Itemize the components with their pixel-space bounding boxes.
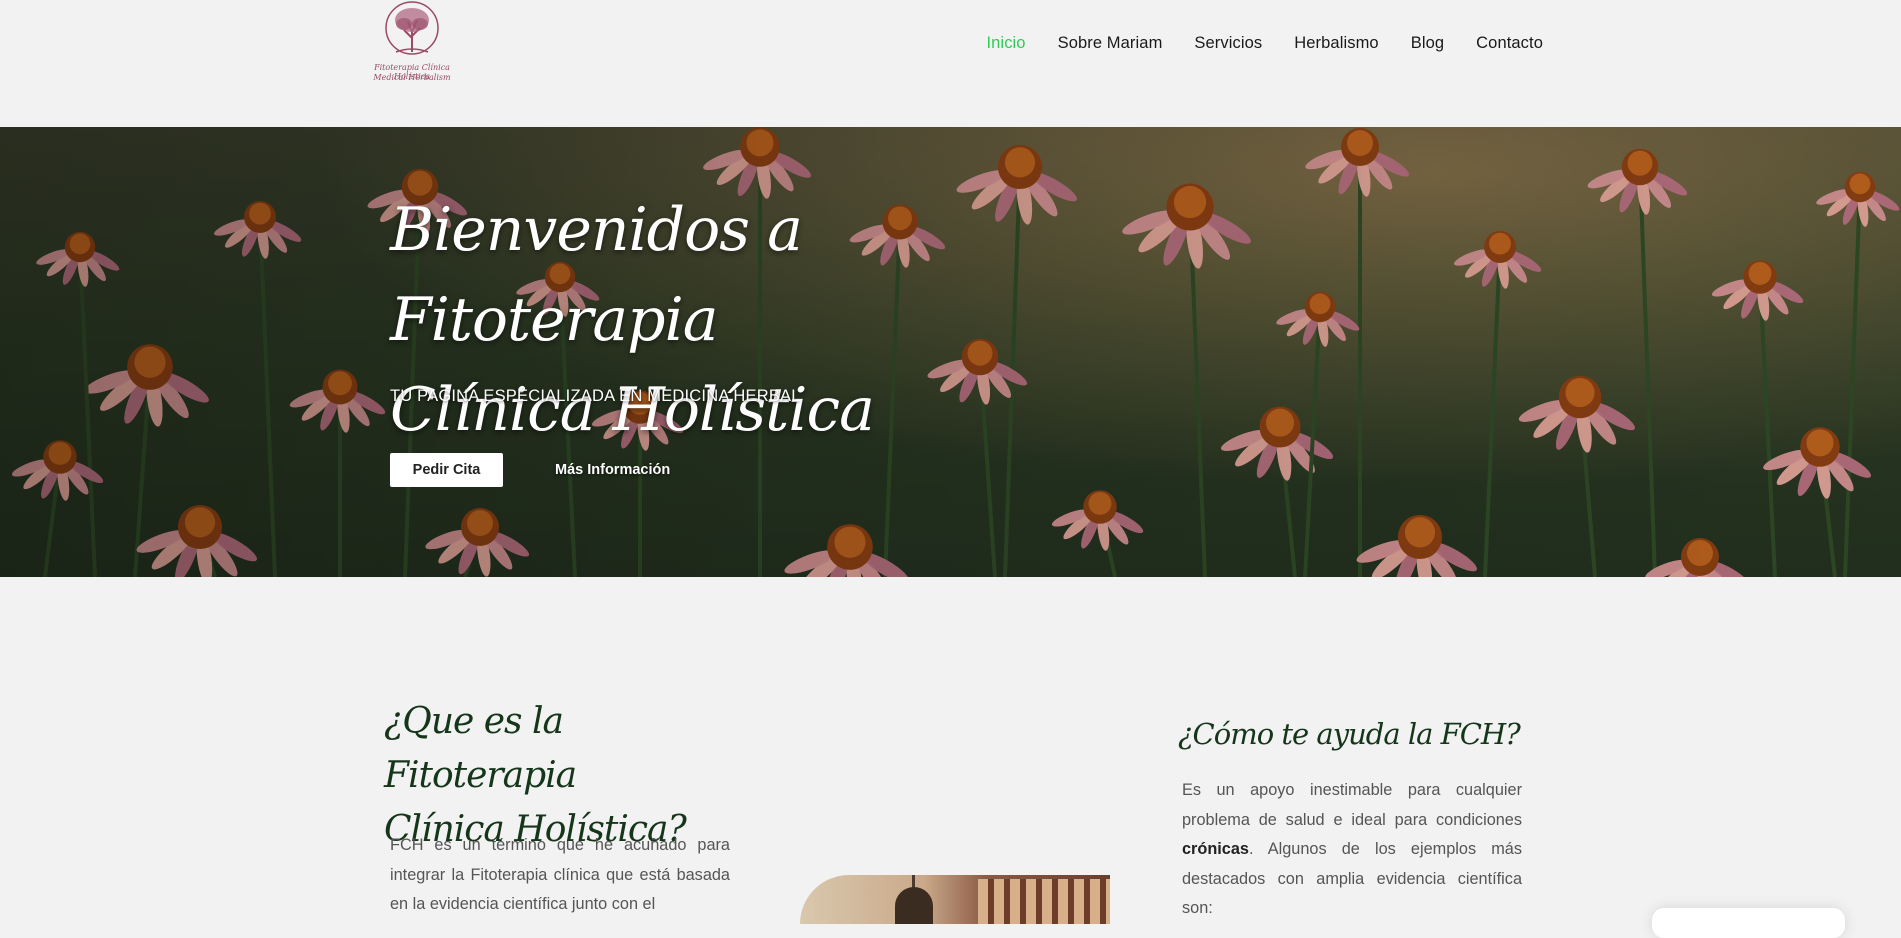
- hero-title-line2: Clínica Holística: [390, 375, 875, 445]
- heading-line1: ¿Que es la Fitoterapia: [384, 701, 577, 796]
- paragraph-text-start: Es un apoyo inestimable para cualquier p…: [1182, 781, 1522, 829]
- nav-item-contacto[interactable]: Contacto: [1476, 34, 1543, 53]
- site-logo[interactable]: Fitoterapia Clínica Holística Medical He…: [358, 0, 466, 86]
- nav-item-inicio[interactable]: Inicio: [986, 34, 1025, 53]
- section-que-es: ¿Que es la Fitoterapia Clínica Holística…: [384, 695, 730, 913]
- tree-icon: [385, 1, 439, 55]
- nav-item-servicios[interactable]: Servicios: [1194, 34, 1262, 53]
- nav-item-blog[interactable]: Blog: [1411, 34, 1444, 53]
- paragraph-bold: crónicas: [1182, 840, 1249, 858]
- pharmacy-shelf-image: [800, 875, 1110, 924]
- nav-item-herbalismo[interactable]: Herbalismo: [1294, 34, 1378, 53]
- site-header: Fitoterapia Clínica Holística Medical He…: [0, 0, 1901, 127]
- jars-shelf: [978, 879, 1110, 924]
- hero-subtitle: TU PAGINA ESPECIALIZADA EN MEDICINA HERB…: [390, 387, 801, 405]
- pedir-cita-button[interactable]: Pedir Cita: [390, 453, 503, 487]
- lamp-shape: [895, 887, 933, 924]
- hero-banner: Bienvenidos a Fitoterapia Clínica Holíst…: [0, 127, 1901, 577]
- section-como-ayuda: ¿Cómo te ayuda la FCH? Es un apoyo inest…: [1178, 713, 1522, 917]
- hero-title: Bienvenidos a Fitoterapia Clínica Holíst…: [390, 185, 1030, 455]
- hero-title-line1: Bienvenidos a Fitoterapia: [390, 195, 803, 355]
- section-paragraph-que-es: FCH es un término que he acuñado para in…: [390, 836, 730, 913]
- main-nav: Inicio Sobre Mariam Servicios Herbalismo…: [986, 34, 1543, 53]
- nav-item-sobre-mariam[interactable]: Sobre Mariam: [1058, 34, 1163, 53]
- section-paragraph-como-ayuda: Es un apoyo inestimable para cualquier p…: [1182, 776, 1522, 924]
- mas-informacion-button[interactable]: Más Información: [540, 453, 685, 487]
- chat-widget[interactable]: [1652, 908, 1845, 938]
- logo-text-line2: Medical Herbalism: [373, 73, 451, 82]
- section-heading-como-ayuda: ¿Cómo te ayuda la FCH?: [1178, 717, 1521, 751]
